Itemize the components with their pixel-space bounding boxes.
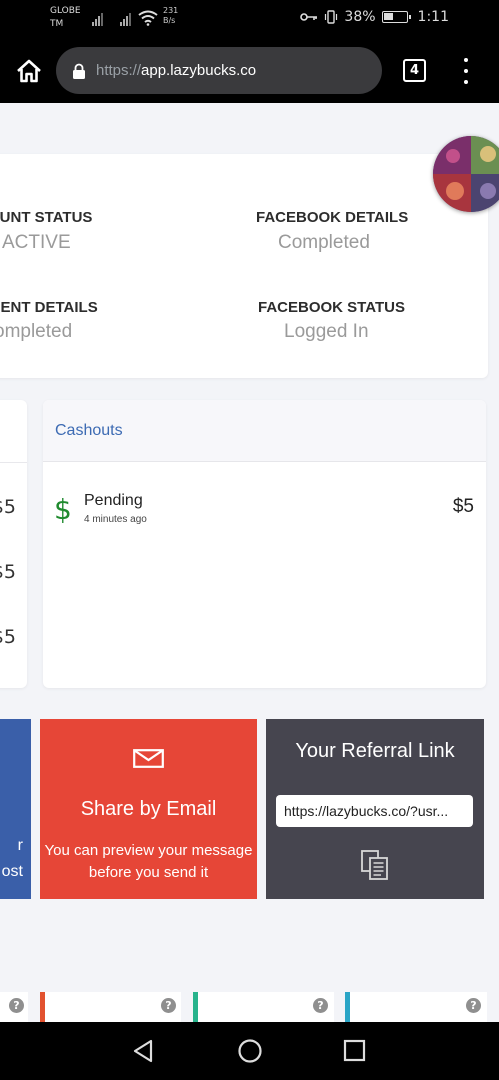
help-icon[interactable]: ?: [466, 998, 481, 1013]
share-by-email-tile[interactable]: Share by Email You can preview your mess…: [40, 719, 257, 899]
facebook-status-label: FACEBOOK STATUS: [258, 299, 405, 316]
carrier-name: GLOBE TM: [50, 5, 81, 31]
system-navigation-bar: [0, 1022, 499, 1080]
stat-card: ?: [40, 992, 181, 1022]
earnings-card-partial: $5 $5 $5: [0, 400, 27, 688]
lock-icon: [73, 63, 85, 79]
copy-icon[interactable]: [360, 849, 390, 881]
status-bar: GLOBE TM 231 B/s 38% 1:11: [0, 0, 499, 38]
carrier-line-1: GLOBE: [50, 6, 81, 16]
stat-card-accent: [345, 992, 350, 1022]
share-email-description: You can preview your message before you …: [44, 842, 253, 881]
help-icon[interactable]: ?: [161, 998, 176, 1013]
wifi-icon: [138, 10, 158, 26]
payment-details-value: ompleted: [0, 321, 73, 342]
facebook-tile-text: ost: [1, 863, 23, 880]
referral-title: Your Referral Link: [295, 740, 455, 762]
tab-switcher-button[interactable]: 4: [403, 59, 426, 82]
earning-amount: $5: [0, 561, 16, 583]
help-icon[interactable]: ?: [9, 998, 24, 1013]
cashouts-card: Cashouts $ Pending 4 minutes ago $5: [43, 400, 486, 688]
cashout-status: Pending: [84, 492, 143, 509]
share-email-title: Share by Email: [80, 798, 217, 820]
url-text: https://app.lazybucks.co: [96, 62, 256, 79]
earning-amount: $5: [0, 496, 16, 518]
stat-card-accent: [193, 992, 198, 1022]
referral-link-tile: Your Referral Link: [266, 719, 484, 899]
home-icon[interactable]: [14, 56, 44, 86]
speed-value: 231: [163, 6, 179, 15]
payment-details-label: MENT DETAILS: [0, 299, 98, 316]
facebook-details-label: FACEBOOK DETAILS: [256, 209, 409, 226]
account-status-label: OUNT STATUS: [0, 209, 93, 226]
earning-amount: $5: [0, 626, 16, 648]
signal-icon-2: [120, 12, 131, 26]
account-summary-card: OUNT STATUS ACTIVE FACEBOOK DETAILS Comp…: [0, 154, 488, 378]
cashouts-header: Cashouts: [43, 400, 486, 462]
vibrate-icon: [325, 10, 338, 24]
url-scheme: https://: [96, 62, 142, 79]
dollar-icon: $: [54, 493, 72, 526]
account-status-value: ACTIVE: [2, 232, 71, 253]
cashout-time: 4 minutes ago: [84, 514, 147, 525]
network-speed: 231 B/s: [163, 6, 178, 26]
stat-card-accent: [40, 992, 45, 1022]
signal-icon: [92, 12, 103, 26]
envelope-icon: [133, 749, 164, 768]
url-host: app.lazybucks.co: [141, 62, 257, 79]
recents-icon[interactable]: [341, 1037, 369, 1065]
battery-icon: [381, 11, 411, 23]
back-icon[interactable]: [129, 1037, 157, 1065]
key-icon: [300, 13, 318, 21]
status-indicators: 38% 1:11: [300, 9, 449, 25]
home-nav-icon[interactable]: [236, 1037, 264, 1065]
carrier-line-2: TM: [50, 19, 64, 29]
help-icon[interactable]: ?: [313, 998, 328, 1013]
facebook-details-value: Completed: [278, 232, 370, 253]
overflow-menu-icon[interactable]: [458, 58, 474, 84]
stat-card: ?: [0, 992, 28, 1022]
clock: 1:11: [417, 9, 449, 25]
stat-card: ?: [193, 992, 334, 1022]
speed-unit: B/s: [163, 16, 176, 25]
stat-cards-row: ? ? ? ?: [0, 992, 499, 1022]
facebook-tile-text: r: [17, 837, 23, 854]
facebook-status-value: Logged In: [284, 321, 369, 342]
address-bar[interactable]: https://app.lazybucks.co: [56, 47, 382, 94]
avatar[interactable]: [433, 136, 499, 212]
stat-card: ?: [345, 992, 487, 1022]
share-facebook-tile[interactable]: r ost: [0, 719, 31, 899]
cashouts-title: Cashouts: [55, 421, 123, 439]
browser-toolbar: https://app.lazybucks.co 4: [0, 38, 499, 103]
battery-percent: 38%: [344, 9, 376, 25]
cashout-amount: $5: [452, 496, 474, 517]
referral-link-input[interactable]: [276, 795, 473, 827]
